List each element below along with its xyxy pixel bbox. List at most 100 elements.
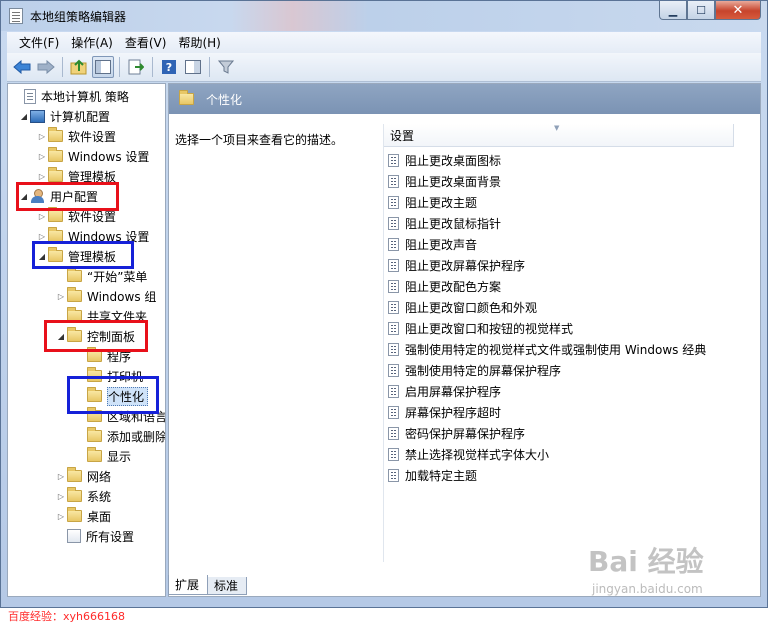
tree-start-menu[interactable]: “开始”菜单	[55, 267, 147, 285]
policy-row[interactable]: 阻止更改窗口颜色和外观	[388, 297, 537, 318]
collapsed-triangle-icon[interactable]: ▷	[36, 172, 48, 181]
collapsed-triangle-icon[interactable]: ▷	[55, 472, 67, 481]
policy-row[interactable]: 阻止更改桌面图标	[388, 150, 501, 171]
tree-all-settings[interactable]: 所有设置	[55, 527, 134, 545]
tree-control-panel[interactable]: ◢ 控制面板	[55, 327, 135, 345]
expanded-triangle-icon[interactable]: ◢	[55, 332, 67, 341]
collapsed-triangle-icon[interactable]: ▷	[36, 232, 48, 241]
tree-uc-windows[interactable]: ▷ Windows 设置	[36, 227, 149, 245]
policy-row[interactable]: 屏幕保护程序超时	[388, 402, 501, 423]
policy-row[interactable]: 强制使用特定的屏幕保护程序	[388, 360, 561, 381]
expanded-triangle-icon[interactable]: ◢	[36, 252, 48, 261]
tree-label: 本地计算机 策略	[41, 89, 129, 104]
policy-row[interactable]: 阻止更改鼠标指针	[388, 213, 501, 234]
menu-file[interactable]: 文件(F)	[13, 34, 65, 51]
tab-label: 标准	[214, 579, 239, 593]
up-one-level-button[interactable]	[68, 56, 90, 78]
tree-add-remove[interactable]: 添加或删除	[75, 427, 165, 445]
maximize-button[interactable]: ☐	[687, 1, 715, 20]
help-button[interactable]: ?	[158, 56, 180, 78]
close-button[interactable]: ✕	[715, 1, 761, 20]
policy-row[interactable]: 阻止更改屏幕保护程序	[388, 255, 525, 276]
tree-shared-folders[interactable]: 共享文件夹	[55, 307, 147, 325]
user-icon	[30, 189, 45, 203]
policy-document-icon	[24, 88, 36, 104]
collapsed-triangle-icon[interactable]: ▷	[55, 292, 67, 301]
tab-extended[interactable]: 扩展	[168, 575, 209, 595]
tree-personalization[interactable]: 个性化	[75, 386, 149, 406]
folder-icon	[87, 447, 102, 462]
tree-user-config[interactable]: ◢ 用户配置	[18, 187, 98, 205]
tree-cc-windows[interactable]: ▷ Windows 设置	[36, 147, 149, 165]
svg-text:?: ?	[166, 61, 172, 74]
collapsed-triangle-icon[interactable]: ▷	[36, 212, 48, 221]
tree-label: 管理模板	[68, 169, 117, 184]
show-hide-tree-button[interactable]	[92, 56, 114, 78]
tree-programs[interactable]: 程序	[75, 347, 131, 365]
title-bar: 本地组策略编辑器 ▁ ☐ ✕	[1, 1, 767, 31]
policy-row[interactable]: 强制使用特定的视觉样式文件或强制使用 Windows 经典	[388, 339, 706, 360]
folder-icon	[48, 207, 63, 222]
gpedit-app-icon	[9, 8, 23, 24]
tree-cc-software[interactable]: ▷ 软件设置	[36, 127, 116, 145]
policy-row[interactable]: 禁止选择视觉样式字体大小	[388, 444, 549, 465]
policy-setting-icon	[388, 322, 399, 335]
policy-row[interactable]: 加载特定主题	[388, 465, 477, 486]
policy-row[interactable]: 密码保护屏幕保护程序	[388, 423, 525, 444]
policy-row[interactable]: 阻止更改配色方案	[388, 276, 501, 297]
description-text: 选择一个项目来查看它的描述。	[175, 133, 344, 147]
tree-windows-components[interactable]: ▷ Windows 组	[55, 287, 156, 305]
baidu-watermark-logo: Bai 经验 jingyan.baidu.com	[588, 540, 748, 600]
forward-button[interactable]	[35, 56, 57, 78]
policy-row[interactable]: 启用屏幕保护程序	[388, 381, 501, 402]
properties-pane-button[interactable]	[182, 56, 204, 78]
folder-icon	[48, 147, 63, 162]
tree-desktop[interactable]: ▷ 桌面	[55, 507, 111, 525]
expanded-triangle-icon[interactable]: ◢	[18, 112, 30, 121]
minimize-button[interactable]: ▁	[659, 1, 687, 20]
policy-setting-icon	[388, 469, 399, 482]
export-list-button[interactable]	[125, 56, 147, 78]
tree-network[interactable]: ▷ 网络	[55, 467, 111, 485]
menu-help[interactable]: 帮助(H)	[172, 34, 226, 51]
policy-label: 加载特定主题	[405, 469, 478, 483]
filter-button[interactable]	[215, 56, 237, 78]
folder-icon	[67, 307, 82, 322]
tree-label: 软件设置	[68, 129, 117, 144]
column-header-setting[interactable]: ▼ 设置	[384, 124, 734, 147]
tree-printers[interactable]: 打印机	[75, 367, 143, 385]
tree-system[interactable]: ▷ 系统	[55, 487, 111, 505]
policy-row[interactable]: 阻止更改窗口和按钮的视觉样式	[388, 318, 573, 339]
collapsed-triangle-icon[interactable]: ▷	[36, 152, 48, 161]
collapsed-triangle-icon[interactable]: ▷	[36, 132, 48, 141]
forward-arrow-icon	[37, 60, 55, 74]
menu-view[interactable]: 查看(V)	[119, 34, 173, 51]
tree-regional[interactable]: 区域和语言	[75, 407, 165, 425]
menu-action[interactable]: 操作(A)	[65, 34, 119, 51]
tree-label: 显示	[107, 449, 132, 464]
folder-icon	[48, 167, 63, 182]
policy-row[interactable]: 阻止更改桌面背景	[388, 171, 501, 192]
policy-row[interactable]: 阻止更改声音	[388, 234, 477, 255]
tree-uc-admin[interactable]: ◢ 管理模板	[36, 247, 116, 265]
toolbar-separator	[62, 57, 63, 77]
collapsed-triangle-icon[interactable]: ▷	[55, 512, 67, 521]
tree-root[interactable]: 本地计算机 策略	[12, 87, 129, 105]
tree-uc-software[interactable]: ▷ 软件设置	[36, 207, 116, 225]
expanded-triangle-icon[interactable]: ◢	[18, 192, 30, 201]
tree-computer-config[interactable]: ◢ 计算机配置	[18, 107, 110, 125]
folder-icon	[67, 327, 82, 342]
tree-label: Windows 设置	[68, 149, 150, 164]
tab-standard[interactable]: 标准	[207, 577, 248, 595]
folder-icon	[67, 267, 82, 282]
tree-display[interactable]: 显示	[75, 447, 131, 465]
collapsed-triangle-icon[interactable]: ▷	[55, 492, 67, 501]
folder-icon	[87, 347, 102, 362]
policy-row[interactable]: 阻止更改主题	[388, 192, 477, 213]
folder-icon	[48, 227, 63, 242]
folder-icon	[67, 507, 82, 522]
toolbar-separator	[119, 57, 120, 77]
back-button[interactable]	[11, 56, 33, 78]
view-tabs: 扩展 标准	[168, 575, 248, 595]
tree-cc-admin[interactable]: ▷ 管理模板	[36, 167, 116, 185]
